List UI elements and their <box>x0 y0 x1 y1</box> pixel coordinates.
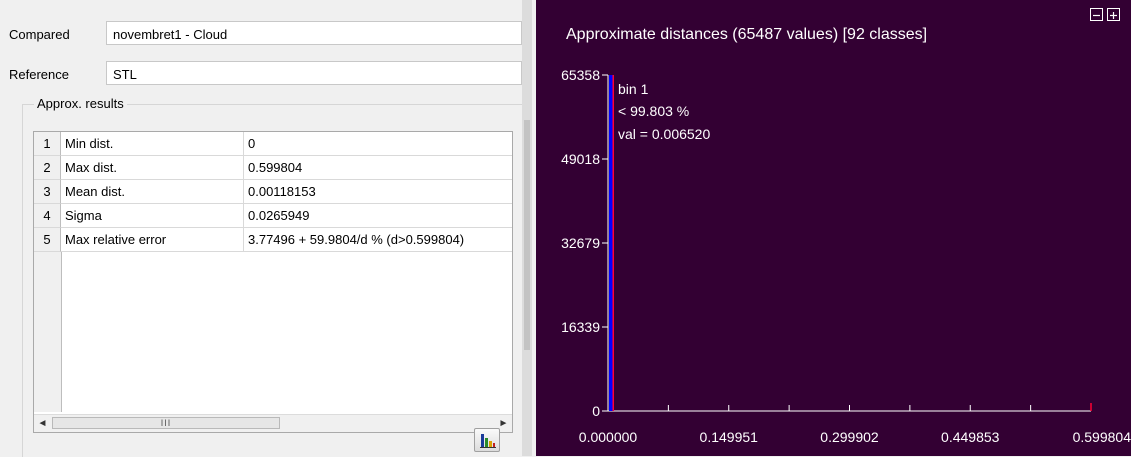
row-number: 2 <box>34 156 61 180</box>
histogram-panel: Approximate distances (65487 values) [92… <box>536 0 1131 456</box>
y-tick-label: 0 <box>592 403 600 419</box>
table-row[interactable]: 4 Sigma 0.0265949 <box>34 204 512 228</box>
results-table[interactable]: 1 Min dist. 0 2 Max dist. 0.599804 3 Mea… <box>33 131 513 433</box>
comparison-panel: Compared novembret1 - Cloud Reference ST… <box>0 0 523 457</box>
panel-splitter[interactable] <box>522 0 532 456</box>
row-name[interactable]: Sigma <box>61 204 244 228</box>
table-row[interactable]: 1 Min dist. 0 <box>34 132 512 156</box>
table-row[interactable]: 5 Max relative error 3.77496 + 59.9804/d… <box>34 228 512 252</box>
splitter-thumb[interactable] <box>524 120 530 350</box>
scroll-left-icon[interactable]: ◄ <box>34 415 51 432</box>
row-name[interactable]: Max relative error <box>61 228 244 252</box>
reference-field[interactable]: STL <box>106 61 522 85</box>
approx-results-title: Approx. results <box>34 96 127 111</box>
y-tick-label: 16339 <box>561 319 600 335</box>
tooltip-line-2: < 99.803 % <box>618 103 689 119</box>
reference-label: Reference <box>9 67 69 82</box>
tooltip-line-1: bin 1 <box>618 81 649 97</box>
y-tick-label: 49018 <box>561 151 600 167</box>
histogram-button[interactable] <box>474 428 500 452</box>
horizontal-scrollbar[interactable]: ◄ III ► <box>34 414 512 432</box>
row-value[interactable]: 0.00118153 <box>244 180 512 204</box>
row-number: 1 <box>34 132 61 156</box>
x-tick-label: 0.299902 <box>820 429 879 445</box>
row-number: 4 <box>34 204 61 228</box>
row-value[interactable]: 0.599804 <box>244 156 512 180</box>
row-name[interactable]: Max dist. <box>61 156 244 180</box>
row-value[interactable]: 0.0265949 <box>244 204 512 228</box>
row-number: 3 <box>34 180 61 204</box>
scroll-thumb[interactable]: III <box>52 417 280 429</box>
compared-row: Compared novembret1 - Cloud <box>0 21 522 47</box>
histogram-chart[interactable]: 0 16339 32679 49018 65358 0.000000 0.149951 0.2… <box>536 0 1131 456</box>
row-name[interactable]: Min dist. <box>61 132 244 156</box>
row-value[interactable]: 0 <box>244 132 512 156</box>
y-tick-label: 32679 <box>561 235 600 251</box>
table-row[interactable]: 2 Max dist. 0.599804 <box>34 156 512 180</box>
reference-row: Reference STL <box>0 61 522 87</box>
table-row[interactable]: 3 Mean dist. 0.00118153 <box>34 180 512 204</box>
row-name[interactable]: Mean dist. <box>61 180 244 204</box>
x-tick-label: 0.599804 <box>1073 429 1131 445</box>
tooltip-line-3: val = 0.006520 <box>618 126 710 142</box>
x-tick-label: 0.000000 <box>579 429 638 445</box>
histogram-icon <box>480 434 496 448</box>
row-number: 5 <box>34 228 61 252</box>
compared-field[interactable]: novembret1 - Cloud <box>106 21 522 45</box>
row-header-area <box>34 252 62 412</box>
x-tick-label: 0.449853 <box>941 429 1000 445</box>
compared-label: Compared <box>9 27 70 42</box>
x-tick-label: 0.149951 <box>700 429 759 445</box>
row-value[interactable]: 3.77496 + 59.9804/d % (d>0.599804) <box>244 228 512 252</box>
y-tick-label: 65358 <box>561 67 600 83</box>
